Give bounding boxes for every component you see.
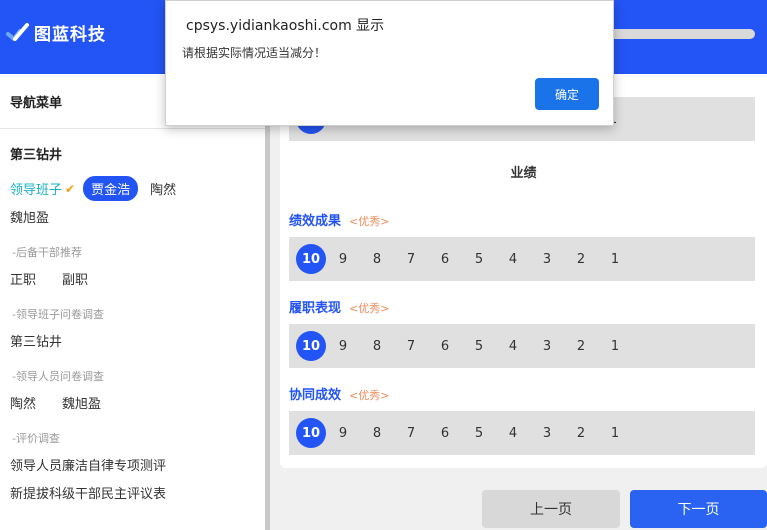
score-selected[interactable]: 10 xyxy=(296,418,326,448)
score-option[interactable]: 8 xyxy=(360,426,394,441)
metric-label: 履职表现 xyxy=(289,301,342,316)
score-selected[interactable]: 10 xyxy=(296,331,326,361)
next-page-button[interactable]: 下一页 xyxy=(630,490,767,528)
score-option[interactable]: 3 xyxy=(530,252,564,267)
score-option[interactable]: 9 xyxy=(326,426,360,441)
dialog-message: 请根据实际情况适当减分！ xyxy=(182,46,327,60)
score-selected[interactable]: 10 xyxy=(296,244,326,274)
metric-label: 绩效成果 xyxy=(289,214,342,229)
nav-divider xyxy=(0,128,265,129)
section-person-survey: -领导人员问卷调查 xyxy=(12,370,104,383)
score-option[interactable]: 2 xyxy=(564,426,598,441)
person-survey-item[interactable]: 魏旭盈 xyxy=(62,393,101,412)
score-option[interactable]: 3 xyxy=(530,339,564,354)
score-option[interactable]: 8 xyxy=(360,339,394,354)
unit-name: 第三钻井 xyxy=(10,148,63,163)
score-option[interactable]: 8 xyxy=(360,252,394,267)
metric-header: 绩效成果 <优秀> xyxy=(289,210,389,229)
leader-item[interactable]: 魏旭盈 xyxy=(10,207,49,226)
check-mark-icon: ✔ xyxy=(65,181,76,196)
sidebar-scrollbar[interactable] xyxy=(265,74,270,530)
score-bar: 10 9 8 7 6 5 4 3 2 1 xyxy=(289,324,755,368)
metric-level: <优秀> xyxy=(349,215,390,228)
score-bar: 10 9 8 7 6 5 4 3 2 1 xyxy=(289,237,755,281)
metric-label: 协同成效 xyxy=(289,388,342,403)
score-option[interactable]: 5 xyxy=(462,252,496,267)
score-option[interactable]: 6 xyxy=(428,339,462,354)
prev-page-button[interactable]: 上一页 xyxy=(482,490,620,528)
score-option[interactable]: 4 xyxy=(496,339,530,354)
score-option[interactable]: 5 xyxy=(462,339,496,354)
reserve-item-principal[interactable]: 正职 xyxy=(10,269,36,288)
metric-level: <优秀> xyxy=(349,302,390,315)
score-option[interactable]: 5 xyxy=(462,426,496,441)
score-option[interactable]: 9 xyxy=(326,339,360,354)
sidebar: 导航菜单 第三钻井 领导班子 ✔ 贾金浩 陶然 魏旭盈 -后备干部推荐 正职 副… xyxy=(0,74,265,530)
leaders-row: 领导班子 ✔ 贾金浩 陶然 xyxy=(10,176,176,201)
reserve-row: 正职 副职 xyxy=(10,269,88,288)
score-option[interactable]: 4 xyxy=(496,426,530,441)
dialog-ok-button[interactable]: 确定 xyxy=(535,78,599,110)
score-option[interactable]: 1 xyxy=(598,339,632,354)
score-option[interactable]: 6 xyxy=(428,252,462,267)
score-option[interactable]: 3 xyxy=(530,426,564,441)
brand-logo: 图蓝科技 xyxy=(6,20,106,45)
evaluation-row-2: 新提拔科级干部民主评议表 xyxy=(10,483,166,502)
evaluation-item[interactable]: 新提拔科级干部民主评议表 xyxy=(10,483,166,502)
block-title: 业绩 xyxy=(510,166,537,181)
team-survey-item[interactable]: 第三钻井 xyxy=(10,331,62,350)
metric-header: 协同成效 <优秀> xyxy=(289,384,389,403)
section-reserve: -后备干部推荐 xyxy=(12,246,82,259)
score-bar: 10 9 8 7 6 5 4 3 2 1 xyxy=(289,411,755,455)
score-option[interactable]: 7 xyxy=(394,426,428,441)
person-survey-item[interactable]: 陶然 xyxy=(10,393,36,412)
score-option[interactable]: 9 xyxy=(326,252,360,267)
section-evaluation: -评价调查 xyxy=(12,432,60,445)
leaders-label: 领导班子 xyxy=(10,183,63,198)
progress-bar xyxy=(610,29,755,39)
score-card: 1 业绩 绩效成果 <优秀> 10 9 8 7 6 5 4 3 2 1 履职表现… xyxy=(280,74,767,468)
evaluation-item[interactable]: 领导人员廉洁自律专项测评 xyxy=(10,455,166,474)
score-option[interactable]: 1 xyxy=(598,426,632,441)
brand-name: 图蓝科技 xyxy=(34,25,106,45)
metric-level: <优秀> xyxy=(349,389,390,402)
metric-header: 履职表现 <优秀> xyxy=(289,297,389,316)
score-option[interactable]: 4 xyxy=(496,252,530,267)
alert-dialog: cpsys.yidiankaoshi.com 显示 请根据实际情况适当减分！ 确… xyxy=(165,0,614,126)
leader-item[interactable]: 陶然 xyxy=(150,179,176,198)
leaders-link[interactable]: 领导班子 ✔ xyxy=(10,179,76,199)
nav-title: 导航菜单 xyxy=(10,96,63,111)
score-option[interactable]: 7 xyxy=(394,339,428,354)
score-option[interactable]: 2 xyxy=(564,252,598,267)
check-logo-icon xyxy=(6,22,29,41)
reserve-item-deputy[interactable]: 副职 xyxy=(62,269,88,288)
section-team-survey: -领导班子问卷调查 xyxy=(12,308,104,321)
score-option[interactable]: 6 xyxy=(428,426,462,441)
evaluation-row-1: 领导人员廉洁自律专项测评 xyxy=(10,455,166,474)
score-option[interactable]: 7 xyxy=(394,252,428,267)
score-option[interactable]: 1 xyxy=(598,252,632,267)
leader-selected-pill[interactable]: 贾金浩 xyxy=(83,176,139,201)
dialog-title: cpsys.yidiankaoshi.com 显示 xyxy=(186,18,385,34)
score-option[interactable]: 2 xyxy=(564,339,598,354)
leaders-row-2: 魏旭盈 xyxy=(10,207,49,226)
team-survey-row: 第三钻井 xyxy=(10,331,62,350)
person-survey-row: 陶然 魏旭盈 xyxy=(10,393,101,412)
